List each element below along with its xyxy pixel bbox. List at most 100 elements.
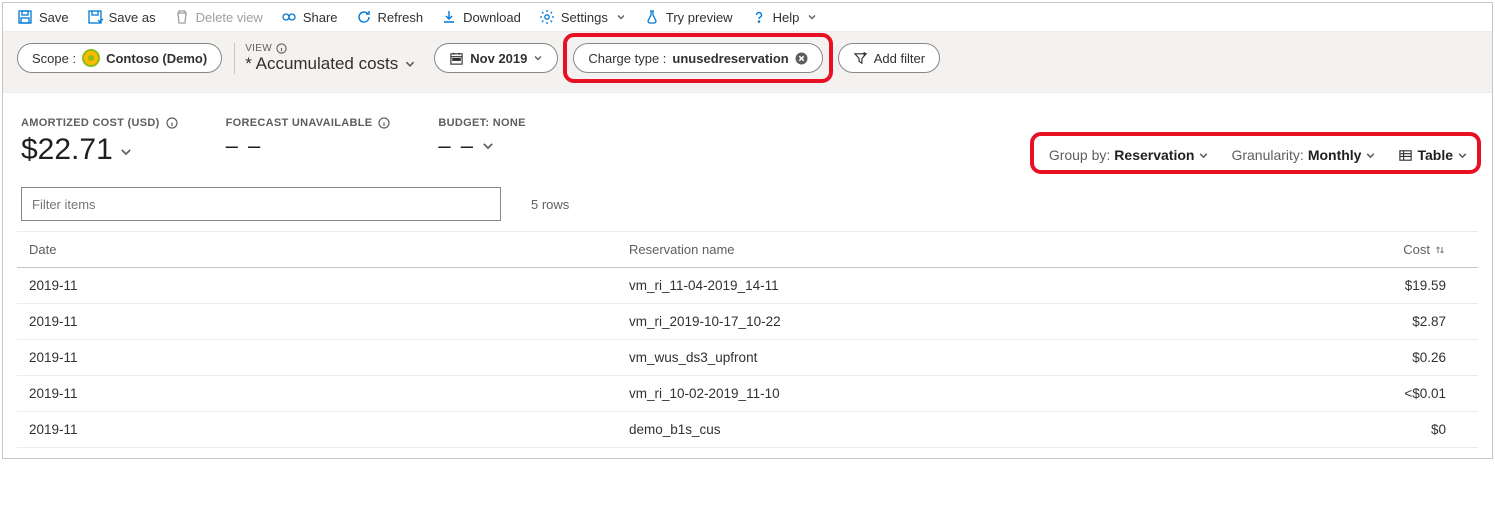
group-by-selector[interactable]: Group by: Reservation xyxy=(1049,147,1210,163)
refresh-icon xyxy=(356,9,372,25)
table-header: Date Reservation name Cost xyxy=(17,232,1478,268)
chevron-down-icon xyxy=(616,12,626,22)
forecast-value: – – xyxy=(226,133,263,159)
charge-type-value: unusedreservation xyxy=(672,51,788,66)
forecast-metric: FORECAST UNAVAILABLE – – xyxy=(226,117,391,159)
cell-cost: $2.87 xyxy=(1226,314,1466,329)
granularity-label: Granularity: xyxy=(1231,147,1303,163)
refresh-button[interactable]: Refresh xyxy=(356,9,424,25)
view-mode-value: Table xyxy=(1417,147,1453,163)
col-reservation[interactable]: Reservation name xyxy=(629,242,1226,257)
cell-reservation: vm_ri_10-02-2019_11-10 xyxy=(629,386,1226,401)
help-icon xyxy=(751,9,767,25)
info-icon xyxy=(276,43,287,54)
share-icon xyxy=(281,9,297,25)
cell-reservation: demo_b1s_cus xyxy=(629,422,1226,437)
save-button[interactable]: Save xyxy=(17,9,69,25)
cell-date: 2019-11 xyxy=(29,386,629,401)
view-selector[interactable]: VIEW * Accumulated costs xyxy=(234,43,422,74)
amortized-cost-metric[interactable]: AMORTIZED COST (USD) $22.71 xyxy=(21,117,178,167)
budget-metric[interactable]: BUDGET: NONE – – xyxy=(438,117,525,159)
budget-value: – – xyxy=(438,133,475,159)
try-preview-label: Try preview xyxy=(666,10,733,25)
filter-bar: Scope : Contoso (Demo) VIEW * Accumulate… xyxy=(3,31,1492,93)
table-row[interactable]: 2019-11vm_ri_10-02-2019_11-10<$0.01 xyxy=(17,376,1478,412)
info-icon xyxy=(378,117,390,129)
share-label: Share xyxy=(303,10,338,25)
cell-cost: <$0.01 xyxy=(1226,386,1466,401)
col-date[interactable]: Date xyxy=(29,242,629,257)
table-row[interactable]: 2019-11vm_ri_2019-10-17_10-22$2.87 xyxy=(17,304,1478,340)
granularity-value: Monthly xyxy=(1308,147,1362,163)
download-label: Download xyxy=(463,10,521,25)
save-label: Save xyxy=(39,10,69,25)
table-row[interactable]: 2019-11vm_wus_ds3_upfront$0.26 xyxy=(17,340,1478,376)
chevron-down-icon xyxy=(533,53,543,63)
group-by-value: Reservation xyxy=(1114,147,1194,163)
view-label: VIEW xyxy=(245,43,272,54)
cell-date: 2019-11 xyxy=(29,314,629,329)
save-as-button[interactable]: Save as xyxy=(87,9,156,25)
save-as-icon xyxy=(87,9,103,25)
filter-items-input[interactable] xyxy=(21,187,501,221)
view-name: * Accumulated costs xyxy=(245,54,398,74)
col-cost[interactable]: Cost xyxy=(1226,242,1466,257)
download-button[interactable]: Download xyxy=(441,9,521,25)
chevron-down-icon xyxy=(1365,150,1376,161)
view-mode-selector[interactable]: Table xyxy=(1398,147,1468,163)
scope-selector[interactable]: Scope : Contoso (Demo) xyxy=(17,43,222,73)
chevron-down-icon xyxy=(1457,150,1468,161)
trash-icon xyxy=(174,9,190,25)
data-table: Date Reservation name Cost 2019-11vm_ri_… xyxy=(17,231,1478,448)
cell-date: 2019-11 xyxy=(29,350,629,365)
charge-type-filter[interactable]: Charge type : unusedreservation xyxy=(573,43,822,73)
group-by-label: Group by: xyxy=(1049,147,1110,163)
cell-cost: $0 xyxy=(1226,422,1466,437)
chevron-down-icon xyxy=(1198,150,1209,161)
cell-cost: $19.59 xyxy=(1226,278,1466,293)
date-selector[interactable]: Nov 2019 xyxy=(434,43,558,73)
settings-button[interactable]: Settings xyxy=(539,9,626,25)
download-icon xyxy=(441,9,457,25)
view-controls: Group by: Reservation Granularity: Month… xyxy=(1037,139,1474,167)
budget-label: BUDGET: NONE xyxy=(438,117,525,129)
granularity-selector[interactable]: Granularity: Monthly xyxy=(1231,147,1376,163)
date-value: Nov 2019 xyxy=(470,51,527,66)
row-count: 5 rows xyxy=(531,197,569,212)
cell-date: 2019-11 xyxy=(29,278,629,293)
app-frame: Save Save as Delete view Share Refresh xyxy=(2,2,1493,459)
cell-reservation: vm_ri_2019-10-17_10-22 xyxy=(629,314,1226,329)
cell-date: 2019-11 xyxy=(29,422,629,437)
table-row[interactable]: 2019-11demo_b1s_cus$0 xyxy=(17,412,1478,448)
chevron-down-icon xyxy=(481,139,495,153)
add-filter-label: Add filter xyxy=(874,51,925,66)
share-button[interactable]: Share xyxy=(281,9,338,25)
cell-cost: $0.26 xyxy=(1226,350,1466,365)
table-body: 2019-11vm_ri_11-04-2019_14-11$19.592019-… xyxy=(17,268,1478,448)
amortized-value: $22.71 xyxy=(21,133,113,167)
charge-type-highlight: Charge type : unusedreservation xyxy=(570,40,825,76)
table-row[interactable]: 2019-11vm_ri_11-04-2019_14-11$19.59 xyxy=(17,268,1478,304)
command-bar: Save Save as Delete view Share Refresh xyxy=(3,3,1492,31)
add-filter-icon xyxy=(853,51,868,66)
cell-reservation: vm_ri_11-04-2019_14-11 xyxy=(629,278,1226,293)
cell-reservation: vm_wus_ds3_upfront xyxy=(629,350,1226,365)
metrics-row: AMORTIZED COST (USD) $22.71 FORECAST UNA… xyxy=(3,93,1492,173)
col-cost-label: Cost xyxy=(1403,242,1430,257)
delete-view-label: Delete view xyxy=(196,10,263,25)
save-as-label: Save as xyxy=(109,10,156,25)
table-icon xyxy=(1398,148,1413,163)
info-icon xyxy=(166,117,178,129)
try-preview-button[interactable]: Try preview xyxy=(644,9,733,25)
save-icon xyxy=(17,9,33,25)
clear-filter-icon[interactable] xyxy=(795,52,808,65)
help-button[interactable]: Help xyxy=(751,9,818,25)
refresh-label: Refresh xyxy=(378,10,424,25)
scope-label: Scope : xyxy=(32,51,76,66)
settings-label: Settings xyxy=(561,10,608,25)
chevron-down-icon xyxy=(404,58,416,70)
help-label: Help xyxy=(773,10,800,25)
sort-icon xyxy=(1434,244,1446,256)
add-filter-button[interactable]: Add filter xyxy=(838,43,940,73)
charge-type-label: Charge type : xyxy=(588,51,666,66)
